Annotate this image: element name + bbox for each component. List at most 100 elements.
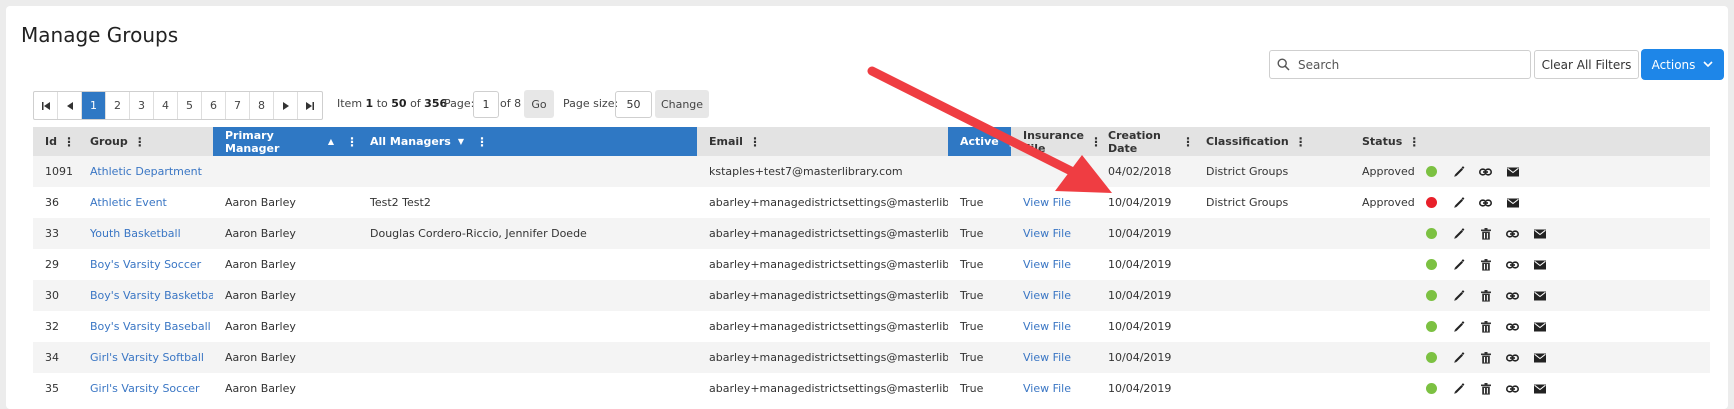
cell-insurance-file-link[interactable]: View File [1011, 249, 1096, 280]
groups-table: Id ⋮ Group ⋮ Primary Manager ▲ ⋮ All Managers ▼ ⋮… [33, 127, 1710, 404]
page-size-input[interactable]: 50 [615, 91, 652, 118]
trash-button[interactable] [1472, 342, 1499, 373]
link-button[interactable] [1499, 218, 1526, 249]
column-header-all-managers[interactable]: All Managers ▼ ⋮ [358, 127, 697, 156]
page-8-button[interactable]: 8 [250, 92, 274, 119]
link-button[interactable] [1472, 156, 1499, 187]
page-2-button[interactable]: 2 [106, 92, 130, 119]
page-6-button[interactable]: 6 [202, 92, 226, 119]
page-size-label: Page size: [563, 97, 619, 110]
pencil-button[interactable] [1445, 280, 1472, 311]
column-header-id[interactable]: Id ⋮ [33, 127, 78, 156]
link-button[interactable] [1499, 249, 1526, 280]
column-header-actions [1418, 127, 1710, 156]
column-menu-icon[interactable]: ⋮ [346, 135, 358, 149]
page-1-button[interactable]: 1 [82, 92, 106, 119]
cell-group-link[interactable]: Athletic Department [78, 156, 213, 187]
cell-all-managers: Douglas Cordero-Riccio, Jennifer Doede [370, 227, 587, 240]
change-button[interactable]: Change [655, 90, 709, 118]
status-dot-icon [1426, 290, 1437, 301]
column-menu-icon[interactable]: ⋮ [476, 135, 488, 149]
cell-group-link[interactable]: Girl's Varsity Softball [78, 342, 213, 373]
cell-group-link[interactable]: Boy's Varsity Basketball [78, 280, 213, 311]
envelope-button[interactable] [1526, 342, 1553, 373]
next-page-icon [282, 101, 289, 110]
pencil-button[interactable] [1445, 218, 1472, 249]
column-header-group[interactable]: Group ⋮ [78, 127, 213, 156]
column-header-active[interactable]: Active ⋮ [948, 127, 1017, 156]
link-button[interactable] [1472, 187, 1499, 218]
column-menu-icon[interactable]: ⋮ [63, 135, 75, 149]
search-input[interactable] [1296, 56, 1520, 73]
envelope-button[interactable] [1526, 218, 1553, 249]
pencil-button[interactable] [1445, 311, 1472, 342]
envelope-button[interactable] [1526, 280, 1553, 311]
link-button[interactable] [1499, 280, 1526, 311]
column-header-status[interactable]: Status ⋮ [1350, 127, 1420, 156]
next-page-button[interactable] [274, 92, 298, 119]
cell-insurance-file-link[interactable]: View File [1011, 311, 1096, 342]
pencil-button[interactable] [1445, 249, 1472, 280]
cell-insurance-file-link[interactable]: View File [1011, 218, 1096, 249]
cell-insurance-file-link[interactable]: View File [1011, 280, 1096, 311]
status-indicator [1418, 249, 1445, 280]
last-page-button[interactable] [298, 92, 322, 119]
column-header-classification[interactable]: Classification ⋮ [1194, 127, 1350, 156]
link-button[interactable] [1499, 373, 1526, 404]
pencil-button[interactable] [1445, 373, 1472, 404]
link-button[interactable] [1499, 311, 1526, 342]
pencil-button[interactable] [1445, 342, 1472, 373]
search-box[interactable] [1269, 50, 1531, 79]
actions-button[interactable]: Actions [1641, 49, 1724, 80]
pencil-button[interactable] [1445, 187, 1472, 218]
cell-group-link[interactable]: Athletic Event [78, 187, 213, 218]
column-header-primary-manager[interactable]: Primary Manager ▲ ⋮ [213, 127, 358, 156]
envelope-button[interactable] [1526, 373, 1553, 404]
cell-group-link[interactable]: Youth Basketball [78, 218, 213, 249]
column-menu-icon[interactable]: ⋮ [1182, 135, 1194, 149]
pencil-icon [1453, 196, 1465, 209]
column-menu-icon[interactable]: ⋮ [134, 135, 146, 149]
cell-group-link[interactable]: Girl's Varsity Soccer [78, 373, 213, 404]
actions-label: Actions [1651, 57, 1696, 72]
envelope-button[interactable] [1499, 156, 1526, 187]
envelope-button[interactable] [1526, 311, 1553, 342]
trash-button[interactable] [1472, 280, 1499, 311]
column-header-email[interactable]: Email ⋮ [697, 127, 948, 156]
cell-insurance-file-link[interactable]: View File [1011, 373, 1096, 404]
trash-button[interactable] [1472, 249, 1499, 280]
status-dot-icon [1426, 197, 1437, 208]
trash-button[interactable] [1472, 373, 1499, 404]
link-button[interactable] [1499, 342, 1526, 373]
link-icon [1506, 260, 1519, 270]
clear-all-filters-button[interactable]: Clear All Filters [1534, 50, 1639, 79]
status-indicator [1418, 280, 1445, 311]
cell-group-link[interactable]: Boy's Varsity Baseball [78, 311, 213, 342]
prev-page-button[interactable] [58, 92, 82, 119]
cell-all-managers [358, 373, 697, 404]
column-menu-icon[interactable]: ⋮ [749, 135, 761, 149]
trash-icon [1480, 258, 1491, 271]
envelope-button[interactable] [1499, 187, 1526, 218]
table-row: 29 Boy's Varsity Soccer Aaron Barley abarle… [33, 249, 1710, 280]
table-header: Id ⋮ Group ⋮ Primary Manager ▲ ⋮ All Managers ▼ ⋮… [33, 127, 1710, 156]
cell-insurance-file-link[interactable]: View File [1011, 187, 1096, 218]
trash-button[interactable] [1472, 311, 1499, 342]
cell-status: Approved [1362, 196, 1415, 209]
page-5-button[interactable]: 5 [178, 92, 202, 119]
pencil-button[interactable] [1445, 156, 1472, 187]
trash-button[interactable] [1472, 218, 1499, 249]
page-7-button[interactable]: 7 [226, 92, 250, 119]
cell-group-link[interactable]: Boy's Varsity Soccer [78, 249, 213, 280]
envelope-button[interactable] [1526, 249, 1553, 280]
go-button[interactable]: Go [524, 90, 554, 118]
page-4-button[interactable]: 4 [154, 92, 178, 119]
column-header-insurance-file[interactable]: Insurance File ⋮ [1011, 127, 1102, 156]
column-menu-icon[interactable]: ⋮ [1295, 135, 1307, 149]
cell-insurance-file-link[interactable]: View File [1011, 342, 1096, 373]
page-number-input[interactable]: 1 [473, 91, 499, 118]
cell-active: True [960, 258, 984, 271]
column-header-creation-date[interactable]: Creation Date ⋮ [1096, 127, 1194, 156]
page-3-button[interactable]: 3 [130, 92, 154, 119]
first-page-button[interactable] [34, 92, 58, 119]
